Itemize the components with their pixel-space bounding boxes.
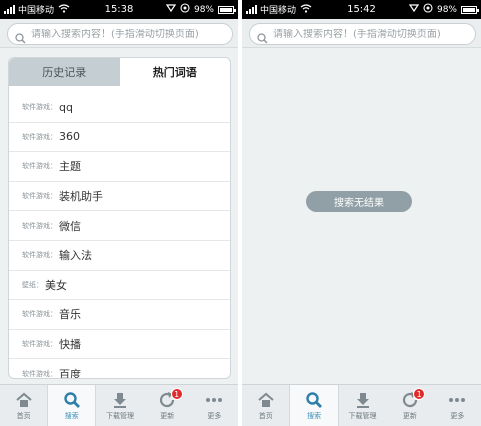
alarm-icon bbox=[408, 3, 420, 16]
tab-search[interactable]: 搜索 bbox=[47, 385, 97, 426]
battery-percent: 98% bbox=[436, 4, 457, 15]
more-icon bbox=[448, 391, 466, 409]
home-icon bbox=[15, 391, 33, 409]
no-results-message: 搜索无结果 bbox=[306, 191, 412, 212]
tab-label: 搜索 bbox=[307, 411, 322, 420]
signal-icon bbox=[4, 5, 15, 14]
term-category: 软件游戏： bbox=[22, 340, 57, 349]
carrier-name: 中国移动 bbox=[260, 6, 297, 16]
tab-history[interactable]: 历史记录 bbox=[9, 58, 120, 86]
clock: 15:38 bbox=[104, 4, 134, 15]
tab-label: 首页 bbox=[258, 411, 273, 420]
list-item[interactable]: 软件游戏： 主题 bbox=[9, 152, 230, 182]
search-input[interactable] bbox=[273, 28, 473, 40]
screen-hot-terms: 中国移动 15:38 98% 历史记录 热门词语 软件游戏：qq 软件游戏：36… bbox=[0, 0, 238, 426]
term-category: 软件游戏： bbox=[22, 369, 57, 378]
battery-percent: 98% bbox=[193, 4, 214, 15]
tab-label: 下载管理 bbox=[348, 411, 377, 420]
term-category: 软件游戏： bbox=[22, 251, 57, 260]
list-item[interactable]: 软件游戏： qq bbox=[9, 93, 230, 123]
tab-home[interactable]: 首页 bbox=[0, 385, 47, 426]
tab-home[interactable]: 首页 bbox=[242, 385, 289, 426]
tab-label: 搜索 bbox=[64, 411, 79, 420]
search-box[interactable] bbox=[7, 23, 233, 45]
term-text: 微信 bbox=[59, 219, 81, 233]
term-text: 百度 bbox=[59, 367, 81, 379]
clock: 15:42 bbox=[347, 4, 376, 15]
term-category: 软件游戏： bbox=[22, 192, 57, 201]
panel-tabs: 历史记录 热门词语 bbox=[9, 58, 230, 86]
screen-no-results: 中国移动 15:42 98% 搜索无结果 首页 搜索 bbox=[242, 0, 481, 426]
location-icon bbox=[423, 3, 433, 16]
list-item[interactable]: 软件游戏： 百度 bbox=[9, 359, 230, 379]
term-text: 360 bbox=[59, 130, 80, 144]
search-icon bbox=[63, 391, 81, 409]
update-count-badge: 1 bbox=[413, 388, 426, 400]
battery-icon bbox=[218, 5, 236, 14]
tab-update[interactable]: 更新 1 bbox=[386, 385, 433, 426]
list-item[interactable]: 软件游戏： 装机助手 bbox=[9, 182, 230, 212]
tab-label: 更新 bbox=[402, 411, 417, 420]
term-text: 主题 bbox=[59, 160, 81, 174]
tab-more[interactable]: 更多 bbox=[434, 385, 481, 426]
hot-terms-list: 软件游戏： qq 软件游戏： 360 软件游戏： 主题 软件游戏： 装机助手 软件游戏：… bbox=[9, 93, 230, 379]
tab-more[interactable]: 更多 bbox=[191, 385, 238, 426]
tab-label: 更多 bbox=[207, 411, 222, 420]
term-category: 壁纸： bbox=[22, 280, 43, 289]
tab-label: 首页 bbox=[16, 411, 31, 420]
list-item[interactable]: 软件游戏： 输入法 bbox=[9, 241, 230, 271]
term-text: 输入法 bbox=[59, 249, 92, 263]
term-category: 软件游戏： bbox=[22, 132, 57, 141]
list-item[interactable]: 软件游戏： 音乐 bbox=[9, 300, 230, 330]
term-category: 软件游戏： bbox=[22, 162, 57, 171]
search-bar bbox=[242, 19, 481, 48]
list-item[interactable]: 软件游戏： 360 bbox=[9, 123, 230, 153]
status-bar: 中国移动 15:42 98% bbox=[242, 0, 481, 19]
search-bar bbox=[0, 19, 238, 48]
term-category: 软件游戏： bbox=[22, 310, 57, 319]
term-text: qq bbox=[59, 100, 73, 114]
tab-update[interactable]: 更新 1 bbox=[144, 385, 191, 426]
term-category: 软件游戏： bbox=[22, 103, 57, 112]
bottom-tab-bar: 首页 搜索 下载管理 更新 1 更多 bbox=[0, 384, 238, 426]
term-category: 软件游戏： bbox=[22, 221, 57, 230]
tab-hot-terms[interactable]: 热门词语 bbox=[119, 58, 230, 86]
list-item[interactable]: 软件游戏： 微信 bbox=[9, 211, 230, 241]
tab-label: 下载管理 bbox=[106, 411, 134, 420]
list-item[interactable]: 软件游戏： 快播 bbox=[9, 330, 230, 360]
search-box[interactable] bbox=[249, 23, 476, 45]
term-text: 音乐 bbox=[59, 308, 81, 322]
update-count-badge: 1 bbox=[170, 388, 183, 400]
search-icon bbox=[305, 391, 323, 409]
signal-icon bbox=[246, 5, 257, 14]
search-icon bbox=[15, 29, 26, 44]
search-icon bbox=[257, 29, 268, 44]
status-bar: 中国移动 15:38 98% bbox=[0, 0, 238, 19]
term-text: 装机助手 bbox=[59, 190, 103, 204]
list-item[interactable]: 壁纸： 美女 bbox=[9, 271, 230, 301]
term-text: 美女 bbox=[45, 278, 67, 292]
tab-label: 更多 bbox=[450, 411, 465, 420]
battery-icon bbox=[461, 5, 479, 14]
bottom-tab-bar: 首页 搜索 下载管理 更新 1 更多 bbox=[242, 384, 481, 426]
hot-terms-panel: 历史记录 热门词语 软件游戏： qq 软件游戏： 360 软件游戏： 主题 软件游戏：… bbox=[8, 57, 231, 379]
alarm-icon bbox=[165, 3, 177, 16]
wifi-icon bbox=[300, 3, 312, 16]
location-icon bbox=[180, 3, 190, 16]
term-text: 快播 bbox=[59, 338, 81, 352]
tab-search[interactable]: 搜索 bbox=[289, 385, 339, 426]
download-icon bbox=[354, 391, 372, 409]
search-input[interactable] bbox=[31, 28, 231, 40]
tab-label: 更新 bbox=[160, 411, 175, 420]
tab-download[interactable]: 下载管理 bbox=[339, 385, 386, 426]
more-icon bbox=[205, 391, 223, 409]
tab-download[interactable]: 下载管理 bbox=[96, 385, 143, 426]
home-icon bbox=[257, 391, 275, 409]
download-icon bbox=[111, 391, 129, 409]
carrier-name: 中国移动 bbox=[18, 6, 55, 16]
wifi-icon bbox=[58, 3, 70, 16]
